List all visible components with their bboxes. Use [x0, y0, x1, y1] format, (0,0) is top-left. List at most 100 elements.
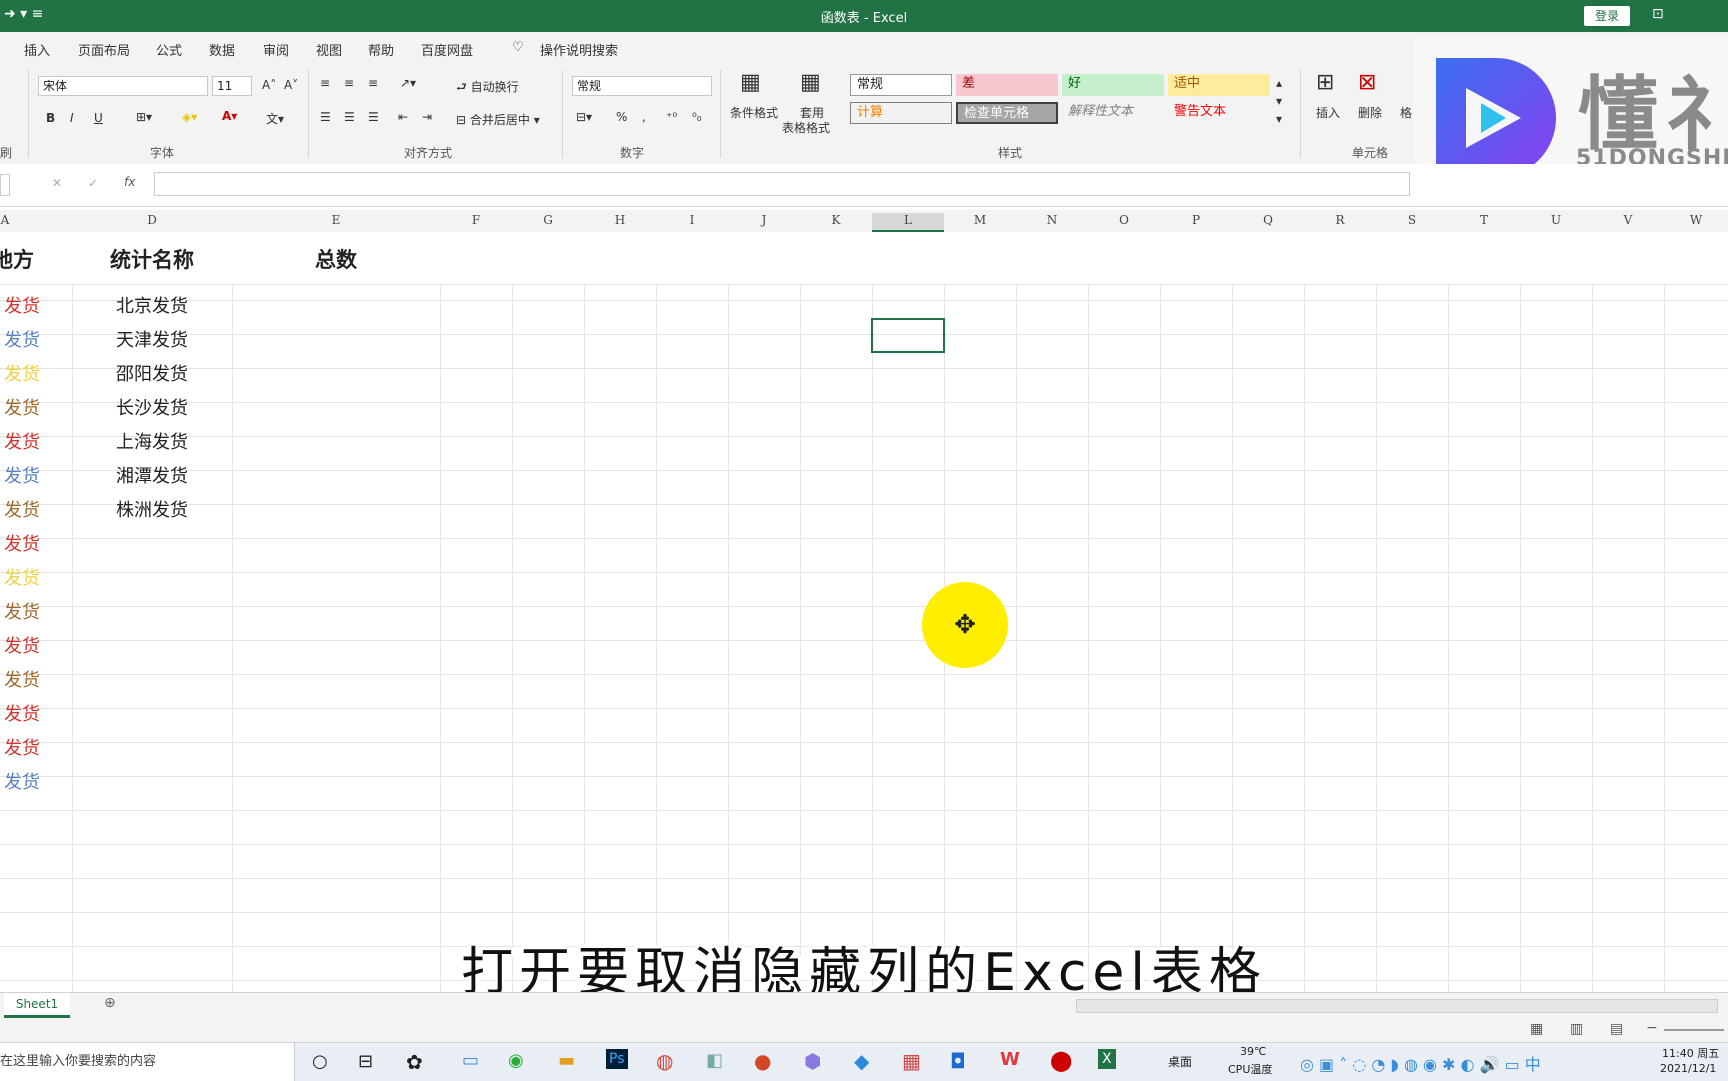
app-icon-4[interactable]: ◆ [854, 1049, 869, 1073]
column-header-m[interactable]: M [944, 213, 1016, 227]
column-header-e[interactable]: E [232, 213, 440, 227]
cell-d8[interactable]: 株洲发货 [72, 496, 232, 522]
align-top-icon[interactable]: ≡ [320, 76, 330, 90]
style-check-cell[interactable]: 检查单元格 [956, 102, 1058, 124]
increase-indent-icon[interactable]: ⇥ [422, 110, 432, 124]
cell-d5[interactable]: 长沙发货 [72, 394, 232, 420]
column-header-i[interactable]: I [656, 213, 728, 227]
tab-baidu-netdisk[interactable]: 百度网盘 [421, 40, 473, 59]
app-icon-2[interactable]: ◧ [706, 1050, 723, 1071]
tab-data[interactable]: 数据 [209, 40, 235, 59]
table-format-button-line2[interactable]: 表格格式 [782, 119, 830, 136]
font-color-icon[interactable]: A▾ [222, 109, 237, 123]
cell-a14[interactable]: 发货 [4, 700, 40, 726]
column-header-r[interactable]: R [1304, 213, 1376, 227]
app-icon-1[interactable]: ✿ [406, 1050, 423, 1074]
cell-e-header[interactable]: 总数 [232, 244, 440, 274]
cell-a-header[interactable]: 地方 [0, 244, 34, 274]
tray-icons[interactable]: ◎ ▣ ˄ ◌ ◔ ◗ ◍ ◉ ✱ ◐ 🔊 ▭ 中 [1300, 1051, 1541, 1075]
underline-button[interactable]: U [94, 111, 103, 125]
conditional-format-icon[interactable]: ▦ [740, 70, 761, 95]
record-icon[interactable]: ⬤ [1050, 1048, 1072, 1072]
wps-icon[interactable]: W [1000, 1049, 1020, 1070]
align-bottom-icon[interactable]: ≡ [368, 76, 378, 90]
column-header-l[interactable]: L [872, 213, 944, 232]
desktop-label[interactable]: 桌面 [1168, 1053, 1192, 1070]
column-header-p[interactable]: P [1160, 213, 1232, 227]
cell-a7[interactable]: 发货 [4, 462, 40, 488]
wechat-icon[interactable]: ◉ [508, 1050, 524, 1071]
styles-scroll-up-icon[interactable]: ▴ [1276, 76, 1282, 90]
clock-time[interactable]: 11:40 周五 [1662, 1045, 1719, 1061]
format-cells-button[interactable]: 格 [1400, 104, 1412, 121]
file-explorer-icon[interactable]: ▭ [462, 1050, 479, 1071]
styles-more-icon[interactable]: ▾ [1276, 112, 1282, 126]
cell-a8[interactable]: 发货 [4, 496, 40, 522]
column-header-a[interactable]: A [0, 213, 10, 227]
percent-button[interactable]: % [616, 110, 627, 124]
style-good[interactable]: 好 [1062, 74, 1164, 96]
cell-a3[interactable]: 发货 [4, 326, 40, 352]
cell-a16[interactable]: 发货 [4, 768, 40, 794]
formula-input[interactable] [154, 172, 1410, 196]
comma-button[interactable]: , [642, 110, 646, 124]
column-header-d[interactable]: D [72, 213, 232, 227]
login-button[interactable]: 登录 [1584, 6, 1630, 26]
zoom-out-icon[interactable]: − [1646, 1020, 1658, 1036]
task-view-icon[interactable]: ⊟ [358, 1051, 373, 1072]
column-header-j[interactable]: J [728, 213, 800, 227]
column-header-f[interactable]: F [440, 213, 512, 227]
table-format-icon[interactable]: ▦ [800, 70, 821, 95]
align-left-icon[interactable]: ☰ [320, 110, 331, 124]
accounting-icon[interactable]: ⊟▾ [576, 110, 592, 124]
phonetic-icon[interactable]: 文▾ [266, 110, 284, 127]
align-right-icon[interactable]: ☰ [368, 110, 379, 124]
wrap-text-button[interactable]: ⮐ 自动换行 [456, 78, 519, 99]
increase-font-icon[interactable]: A˄ [262, 78, 276, 92]
powerpoint-icon[interactable]: ● [754, 1049, 771, 1073]
tab-insert[interactable]: 插入 [24, 40, 50, 59]
increase-decimal-icon[interactable]: ⁺⁰ [666, 110, 677, 124]
cell-a6[interactable]: 发货 [4, 428, 40, 454]
style-bad[interactable]: 差 [956, 74, 1058, 96]
ribbon-display-icon[interactable]: ⊡ [1652, 6, 1664, 22]
column-header-s[interactable]: S [1376, 213, 1448, 227]
tell-me-search[interactable]: 操作说明搜索 [540, 40, 618, 59]
cell-a15[interactable]: 发货 [4, 734, 40, 760]
style-explanatory[interactable]: 解释性文本 [1062, 102, 1164, 124]
cell-a10[interactable]: 发货 [4, 564, 40, 590]
name-box[interactable] [0, 174, 10, 196]
horizontal-scrollbar[interactable] [1076, 999, 1718, 1013]
fill-color-icon[interactable]: ◈▾ [182, 110, 197, 124]
cell-d-header[interactable]: 统计名称 [72, 244, 232, 274]
clock-date[interactable]: 2021/12/1 [1660, 1062, 1716, 1075]
tab-view[interactable]: 视图 [316, 40, 342, 59]
confirm-icon[interactable]: ✓ [88, 176, 98, 190]
photoshop-icon[interactable]: Ps [606, 1049, 628, 1069]
cell-d6[interactable]: 上海发货 [72, 428, 232, 454]
decrease-font-icon[interactable]: A˅ [284, 78, 298, 92]
delete-cells-button[interactable]: 删除 [1358, 104, 1382, 121]
page-break-view-icon[interactable]: ▤ [1610, 1021, 1623, 1037]
cell-a5[interactable]: 发货 [4, 394, 40, 420]
column-header-n[interactable]: N [1016, 213, 1088, 227]
worksheet-grid[interactable]: 地方 统计名称 总数 发货 发货 发货 发货 发货 发货 发货 发货 发货 发货… [0, 232, 1728, 992]
font-name-select[interactable]: 宋体 [38, 76, 208, 96]
column-header-v[interactable]: V [1592, 213, 1664, 227]
orientation-icon[interactable]: ↗▾ [400, 76, 416, 90]
folder-icon[interactable]: ▬ [558, 1050, 575, 1071]
cell-a2[interactable]: 发货 [4, 292, 40, 318]
taskbar-search-input[interactable]: 在这里输入你要搜索的内容 [0, 1043, 295, 1081]
delete-cells-icon[interactable]: ⊠ [1358, 70, 1376, 95]
insert-cells-icon[interactable]: ⊞ [1316, 70, 1334, 95]
merge-center-button[interactable]: ⊟ 合并后居中 ▾ [456, 111, 540, 128]
cell-d4[interactable]: 邵阳发货 [72, 360, 232, 386]
column-header-g[interactable]: G [512, 213, 584, 227]
style-normal[interactable]: 常规 [850, 74, 952, 96]
font-size-select[interactable]: 11 [212, 76, 252, 96]
bold-button[interactable]: B [46, 111, 55, 125]
tab-help[interactable]: 帮助 [368, 40, 394, 59]
align-center-icon[interactable]: ☰ [344, 110, 355, 124]
column-header-w[interactable]: W [1664, 213, 1728, 227]
sheet-tab-sheet1[interactable]: Sheet1 [4, 993, 70, 1018]
